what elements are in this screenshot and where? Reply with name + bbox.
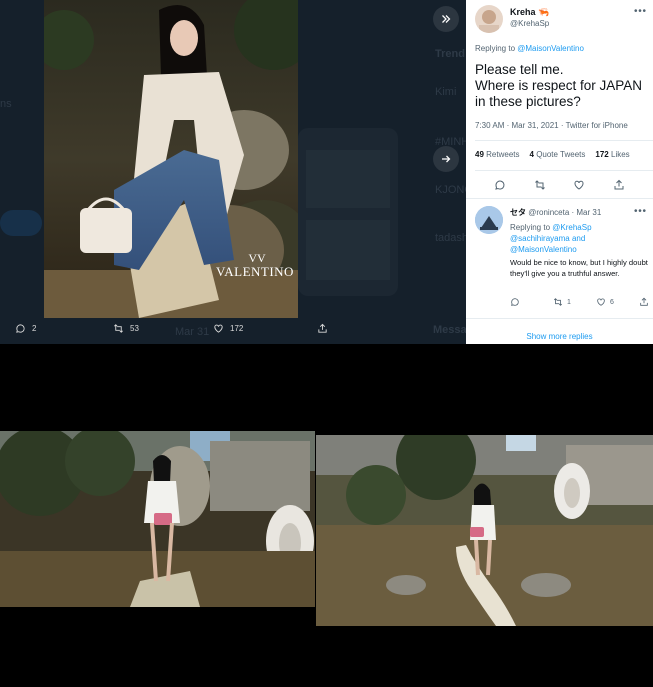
faint-embedded-media	[298, 128, 398, 296]
retweet-icon	[114, 324, 123, 333]
reply-reply-action[interactable]	[510, 297, 553, 307]
faint-left-button	[0, 210, 42, 236]
tweet-metadata[interactable]: 7:30 AM · Mar 31, 2021 · Twitter for iPh…	[475, 121, 628, 130]
retweet-action[interactable]: 53	[113, 323, 139, 334]
reply-header: セタ @roninceta · Mar 31	[510, 208, 602, 217]
more-options-icon[interactable]: • • •	[634, 206, 646, 217]
share-icon	[318, 323, 327, 333]
show-more-replies-link[interactable]: Show more replies	[466, 332, 653, 341]
valentino-logo: VALENTINO	[216, 264, 294, 279]
reply-author-handle[interactable]: @roninceta	[528, 208, 569, 217]
share-icon[interactable]	[613, 179, 625, 191]
tweet-stats: 49 Retweets 4 Quote Tweets 172 Likes	[475, 150, 630, 159]
twitter-screenshot: ns Trend Kimi #MINH KJONG tadashi Messag…	[0, 0, 653, 344]
mention-link[interactable]: @sachihirayama	[510, 234, 570, 243]
share-action[interactable]	[317, 323, 328, 334]
heart-icon	[597, 298, 605, 306]
svg-text:VV: VV	[248, 251, 266, 265]
author-handle[interactable]: @KrehaSp	[510, 19, 549, 28]
retweet-icon[interactable]	[534, 179, 546, 191]
reply-author-name[interactable]: セタ	[510, 208, 526, 217]
campaign-photo-right	[316, 435, 653, 626]
replying-to-link[interactable]: @MaisonValentino	[517, 44, 584, 53]
faint-trend-1: Kimi	[435, 86, 457, 98]
reply-icon	[16, 324, 25, 333]
media-action-bar: 2 53 172 Mar 31	[0, 318, 466, 344]
reply-replying-to: Replying to @KrehaSp @sachihirayama and …	[510, 223, 592, 254]
shrimp-emoji: 🦐	[538, 7, 550, 17]
faint-trends-heading: Trend	[435, 48, 465, 60]
reply-icon	[511, 298, 519, 306]
tweet-body: Please tell me. Where is respect for JAP…	[475, 62, 643, 109]
divider	[475, 140, 653, 141]
reply-retweet-count: 1	[567, 298, 571, 306]
heart-icon[interactable]	[573, 179, 585, 191]
tweet-action-bar	[466, 179, 653, 191]
divider	[466, 198, 653, 199]
mention-link[interactable]: @MaisonValentino	[510, 245, 577, 254]
more-options-icon[interactable]: • • •	[634, 6, 646, 17]
reply-count: 2	[32, 324, 37, 333]
reply-retweet-action[interactable]: 1	[553, 297, 596, 307]
like-action[interactable]: 172	[213, 323, 243, 334]
double-chevron-right-icon	[442, 15, 451, 23]
reply-share-action[interactable]	[639, 297, 653, 307]
faint-timestamp: Mar 31	[175, 326, 210, 338]
reply-author-avatar[interactable]	[475, 206, 503, 234]
reply-icon[interactable]	[494, 179, 506, 191]
reply-action[interactable]: 2	[15, 323, 36, 334]
share-icon	[640, 297, 648, 306]
author-name[interactable]: Kreha 🦐	[510, 7, 549, 18]
reply-action-bar: 1 6	[510, 297, 653, 307]
faint-left-text: ns	[0, 98, 12, 110]
campaign-photo-left	[0, 431, 315, 607]
author-avatar[interactable]	[475, 5, 503, 33]
quotes-stat[interactable]: 4 Quote Tweets	[530, 150, 586, 159]
divider	[475, 170, 653, 171]
reply-like-action[interactable]: 6	[596, 297, 639, 307]
valentino-campaign-photo[interactable]: VV VALENTINO	[44, 0, 298, 318]
mention-link[interactable]: @KrehaSp	[552, 223, 591, 232]
divider	[466, 318, 653, 319]
retweet-icon	[553, 298, 563, 306]
collapse-panel-button[interactable]	[433, 6, 459, 32]
replying-to: Replying to @MaisonValentino	[475, 44, 584, 53]
heart-icon	[214, 324, 223, 333]
reply-date[interactable]: Mar 31	[576, 208, 601, 217]
reply-text: Would be nice to know, but I highly doub…	[510, 258, 648, 278]
arrow-right-icon	[442, 155, 451, 163]
likes-stat[interactable]: 172 Likes	[595, 150, 629, 159]
retweets-stat[interactable]: 49 Retweets	[475, 150, 520, 159]
like-count: 172	[230, 324, 244, 333]
next-media-button[interactable]	[433, 146, 459, 172]
reply-like-count: 6	[610, 298, 614, 306]
retweet-count: 53	[130, 324, 139, 333]
tweet-detail-panel: Kreha 🦐 @KrehaSp • • • Replying to @Mais…	[466, 0, 653, 344]
